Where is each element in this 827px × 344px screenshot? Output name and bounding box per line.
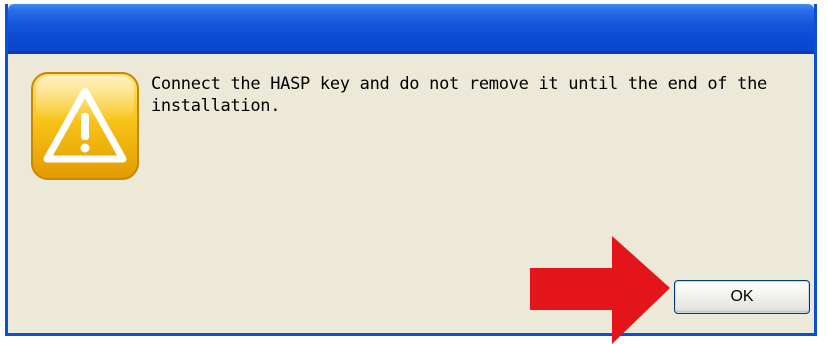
- warning-dialog: Connect the HASP key and do not remove i…: [5, 4, 817, 336]
- dialog-message: Connect the HASP key and do not remove i…: [151, 73, 791, 117]
- screenshot: Connect the HASP key and do not remove i…: [0, 0, 827, 344]
- message-line: Connect the HASP key and do not remove i…: [151, 74, 767, 94]
- title-bar[interactable]: [8, 4, 814, 54]
- arrow-right-icon: [530, 236, 670, 344]
- message-line: installation.: [151, 96, 281, 116]
- ok-button[interactable]: OK: [674, 280, 810, 314]
- warning-icon: [31, 72, 139, 180]
